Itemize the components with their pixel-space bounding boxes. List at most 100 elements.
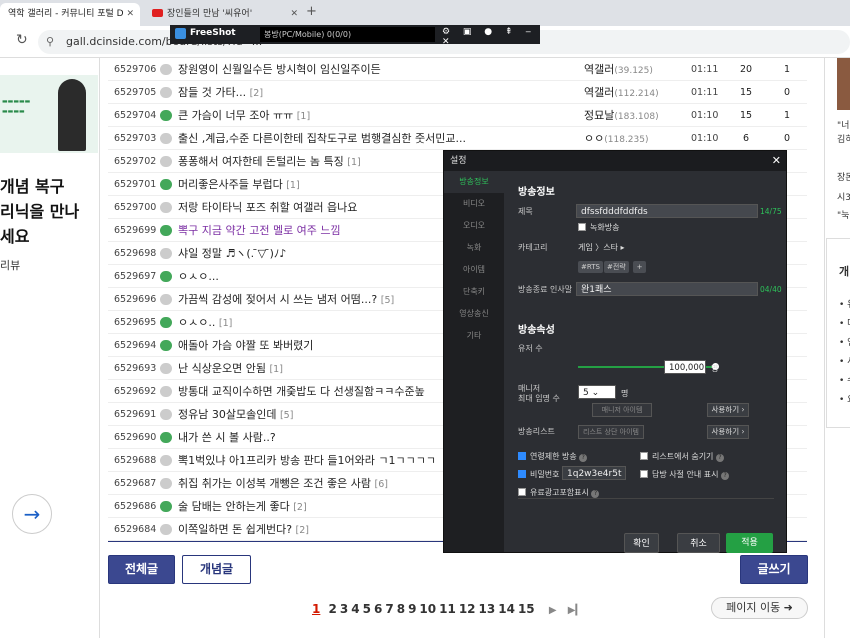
- close-icon[interactable]: ✕: [290, 3, 298, 25]
- tag-chip[interactable]: #RTS: [578, 261, 603, 273]
- settings-nav-item[interactable]: 단축키: [444, 281, 504, 303]
- settings-nav-item[interactable]: 기타: [444, 325, 504, 347]
- post-row[interactable]: 6529704 큰 가슴이 너무 조아 ㅠㅠ [1] 정묘날(183.108) 01:…: [108, 104, 807, 127]
- post-title[interactable]: 잠들 것 가타... [2]: [178, 81, 478, 105]
- page-move-button[interactable]: 페이지 이동 ➜: [711, 597, 808, 619]
- post-writer[interactable]: 역갤러(39.125): [584, 58, 653, 83]
- confirm-button[interactable]: 확인: [624, 533, 659, 553]
- post-title[interactable]: 방통대 교직이수하면 개줒밥도 다 선생질함ㅋㅋ수준높: [178, 380, 478, 404]
- viewers-input[interactable]: 100,000: [664, 360, 706, 374]
- page-link[interactable]: 15: [518, 602, 535, 616]
- close-icon[interactable]: ✕: [772, 151, 781, 171]
- post-title[interactable]: 장원영이 신월일수든 방시혁이 임신일주이든: [178, 58, 478, 82]
- sidebar-box-item[interactable]: • 다: [839, 316, 850, 329]
- hide-list-checkbox[interactable]: [640, 452, 648, 460]
- post-title[interactable]: 정유남 30살모솔인데 [5]: [178, 403, 478, 427]
- all-posts-button[interactable]: 전체글: [108, 555, 175, 584]
- new-tab-button[interactable]: +: [306, 4, 317, 19]
- post-title[interactable]: 출신 ,계급,수준 다른이한테 집착도구로 범행결심한 줏서민교...: [178, 127, 478, 151]
- page-link[interactable]: 7: [385, 602, 393, 616]
- page-link[interactable]: 6: [374, 602, 382, 616]
- cancel-button[interactable]: 취소: [677, 533, 720, 553]
- post-title[interactable]: 난 식상운오면 안됨 [1]: [178, 357, 478, 381]
- sidebar-thumbnail[interactable]: [837, 58, 850, 110]
- add-tag-button[interactable]: +: [633, 261, 646, 273]
- post-row[interactable]: 6529703 출신 ,계급,수준 다른이한테 집착도구로 범행결심한 줏서민교.…: [108, 127, 807, 150]
- manager-select[interactable]: 5 ⌄: [578, 385, 616, 399]
- post-title[interactable]: 가끔씩 감성에 젖어서 시 쓰는 냄저 어떰...? [5]: [178, 288, 478, 312]
- page-link[interactable]: 3: [340, 602, 348, 616]
- settings-nav-item[interactable]: 녹화: [444, 237, 504, 259]
- dialog-header[interactable]: 설정 ✕: [444, 151, 786, 171]
- page-link[interactable]: 9: [408, 602, 416, 616]
- manager-item-input[interactable]: 매니저 아이템: [592, 403, 652, 417]
- paid-ad-checkbox[interactable]: [518, 488, 526, 496]
- sidebar-box-item[interactable]: • 수: [839, 373, 850, 386]
- settings-nav-item[interactable]: 영상송신: [444, 303, 504, 325]
- best-posts-button[interactable]: 개념글: [182, 555, 251, 584]
- age-limit-checkbox[interactable]: [518, 452, 526, 460]
- page-link[interactable]: 2: [329, 602, 337, 616]
- post-writer[interactable]: 정묘날(183.108): [584, 104, 659, 129]
- post-title[interactable]: 뽁구 지금 약간 고전 멜로 여주 느낌: [178, 219, 478, 243]
- page-link[interactable]: 4: [351, 602, 359, 616]
- settings-nav-item[interactable]: 오디오: [444, 215, 504, 237]
- page-link[interactable]: 13: [479, 602, 496, 616]
- sidebar-text[interactable]: "너: [837, 118, 849, 131]
- password-input[interactable]: 1q2w3e4r5t: [562, 466, 626, 480]
- post-writer[interactable]: ㅇㅇ(118.235): [584, 127, 649, 152]
- sidebar-text[interactable]: 시3: [837, 190, 850, 203]
- sidebar-box-item[interactable]: • 서: [839, 354, 850, 367]
- post-title[interactable]: 이쪽일하면 돈 쉽게번다? [2]: [178, 518, 478, 542]
- page-link[interactable]: 14: [498, 602, 515, 616]
- page-link[interactable]: 10: [419, 602, 436, 616]
- post-title[interactable]: 술 담배는 안하는게 좋다 [2]: [178, 495, 478, 519]
- page-link[interactable]: 8: [397, 602, 405, 616]
- post-writer[interactable]: 역갤러(112.214): [584, 81, 659, 106]
- use-list-item-button[interactable]: 사용하기 ›: [707, 425, 749, 439]
- freeshot-status-field[interactable]: 봉방(PC/Mobile) 0(0/0): [260, 27, 435, 42]
- title-input[interactable]: dfssfdddfddfds: [576, 204, 758, 218]
- settings-nav-item[interactable]: 비디오: [444, 193, 504, 215]
- write-button[interactable]: 글쓰기: [740, 555, 808, 584]
- list-item-input[interactable]: 리스트 상단 아이템: [578, 425, 644, 439]
- post-title[interactable]: ㅇㅅㅇ.. [1]: [178, 311, 478, 335]
- freeshot-controls[interactable]: ⚙ ▣ ● ⇞ ‒ ✕: [442, 27, 540, 47]
- post-title[interactable]: 저랑 타이타닉 포즈 취할 여갤러 읍나요: [178, 196, 478, 220]
- category-value[interactable]: 게임 〉스타 ▸: [578, 242, 625, 253]
- post-title[interactable]: 머리좋은사주들 부럽다 [1]: [178, 173, 478, 197]
- post-title[interactable]: 샤일 정말 ♬ヽ(. ̄▽ ̄)ﾉ♪: [178, 242, 478, 266]
- record-checkbox[interactable]: [578, 223, 586, 231]
- site-info-icon[interactable]: ⚲: [46, 35, 54, 48]
- guide-checkbox[interactable]: [640, 470, 648, 478]
- post-title[interactable]: 퐁퐁해서 여자한테 돈털리는 놈 특징 [1]: [178, 150, 478, 174]
- sidebar-text[interactable]: "눅: [837, 208, 849, 221]
- sidebar-box-item[interactable]: • 유: [839, 297, 850, 310]
- page-current[interactable]: 1: [312, 602, 320, 616]
- post-title[interactable]: 큰 가슴이 너무 조아 ㅠㅠ [1]: [178, 104, 478, 128]
- tag-chip[interactable]: #전략: [604, 261, 629, 273]
- sidebar-text[interactable]: 장돈: [837, 170, 850, 183]
- next-page-icon[interactable]: ▶: [549, 605, 557, 616]
- post-title[interactable]: 뽁1벅있냐 아1프리카 방송 판다 들1어와라 ㄱ1ㄱㄱㄱㄱ: [178, 449, 478, 473]
- tab-youtube[interactable]: 장인들의 만남 '씨유어' ✕: [144, 3, 304, 26]
- apply-button[interactable]: 적용: [726, 533, 773, 553]
- page-link[interactable]: 11: [439, 602, 456, 616]
- sidebar-text[interactable]: 김히: [837, 132, 850, 145]
- ad-headline[interactable]: 개념 복구 리닉을 만나 세요: [0, 174, 79, 249]
- tab-active[interactable]: 역학 갤러리 - 커뮤니티 포털 D ✕: [0, 3, 140, 26]
- post-title[interactable]: ㅇㅅㅇ...: [178, 265, 478, 289]
- settings-nav-item[interactable]: 방송정보: [444, 171, 504, 193]
- page-link[interactable]: 5: [363, 602, 371, 616]
- end-message-input[interactable]: 완1쾌스: [576, 282, 758, 296]
- post-title[interactable]: 애돌아 가슴 야짤 또 봐버렸기: [178, 334, 478, 358]
- arrow-right-icon[interactable]: →: [12, 494, 52, 534]
- sidebar-box-item[interactable]: • 요: [839, 392, 850, 405]
- ad-banner[interactable]: ▬▬▬▬▬ ▬▬▬▬: [0, 75, 98, 153]
- password-checkbox[interactable]: [518, 470, 526, 478]
- close-icon[interactable]: ✕: [126, 3, 134, 25]
- post-row[interactable]: 6529706 장원영이 신월일수든 방시혁이 임신일주이든 역갤러(39.125…: [108, 58, 807, 81]
- use-item-button[interactable]: 사용하기 ›: [707, 403, 749, 417]
- settings-nav-item[interactable]: 아이템: [444, 259, 504, 281]
- post-row[interactable]: 6529705 잠들 것 가타... [2] 역갤러(112.214) 01:11 15…: [108, 81, 807, 104]
